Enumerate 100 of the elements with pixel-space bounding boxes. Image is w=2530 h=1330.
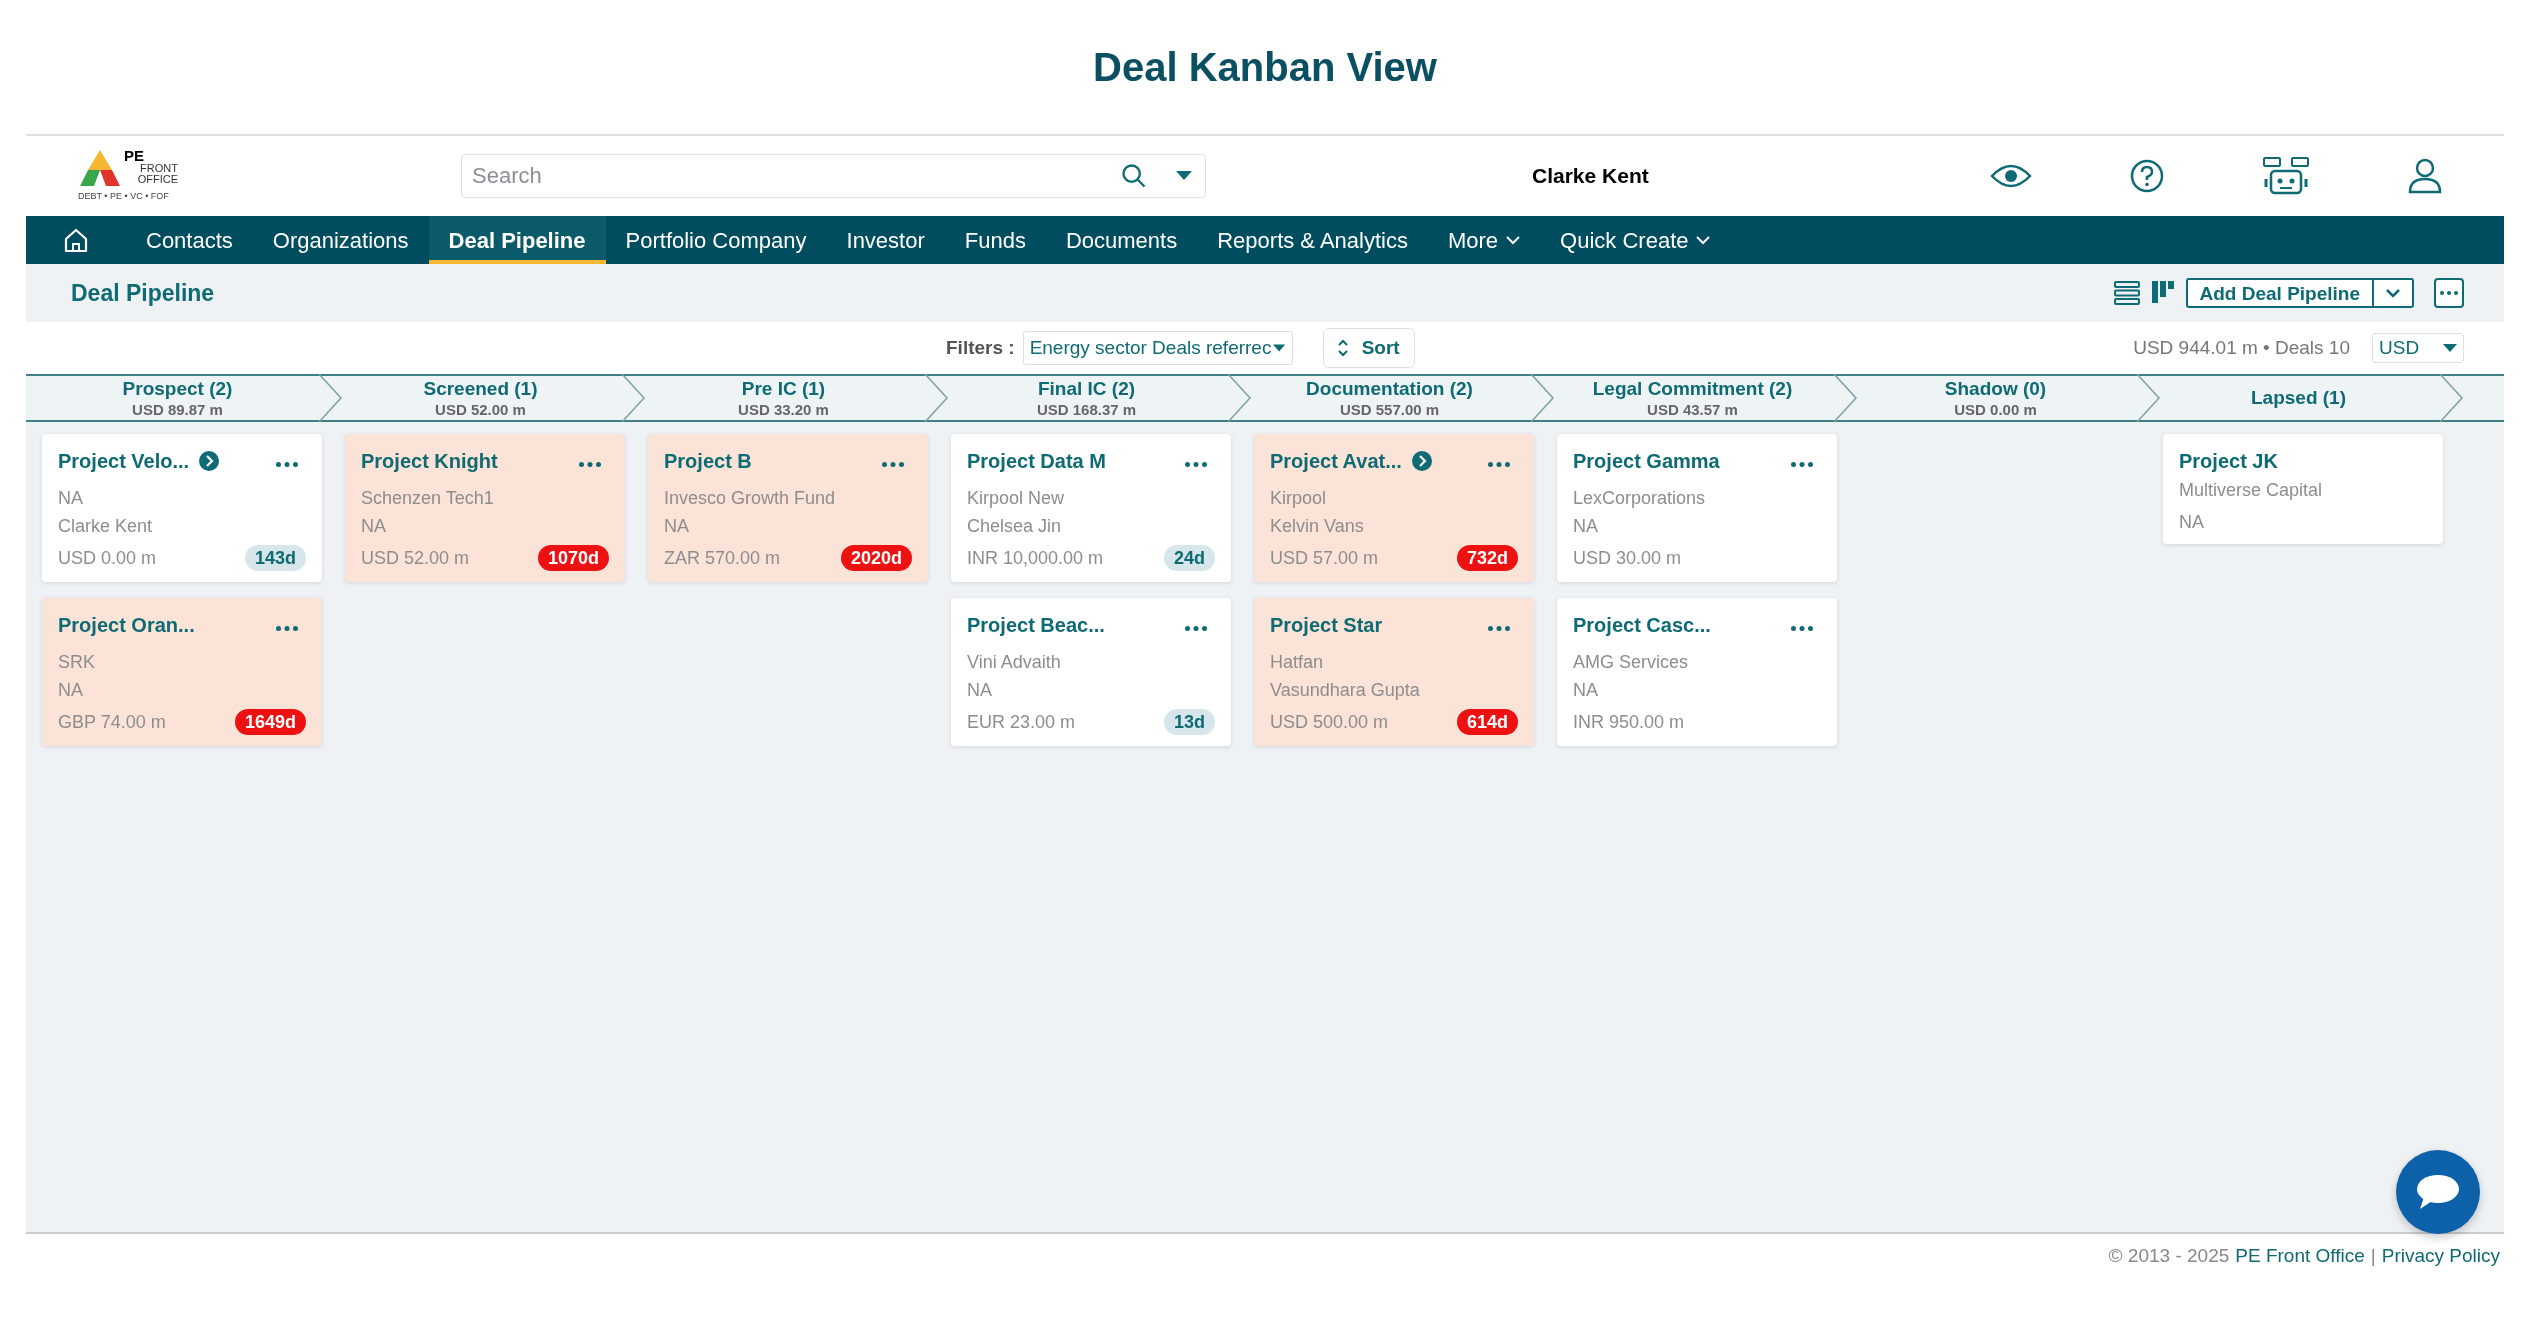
stage-name: Pre IC (1) [741,376,826,401]
stage-chevron-icon [2438,374,2464,422]
ellipsis-icon[interactable] [1791,461,1813,467]
more-options-button[interactable] [2434,278,2464,308]
deal-title[interactable]: Project Beac... [967,610,1105,640]
deal-title[interactable]: Project Avat... [1270,446,1402,476]
stage-amount: USD 33.20 m [738,400,829,420]
help-icon[interactable] [2130,159,2164,193]
deal-card[interactable]: Project Star Hatfan Vasundhara Gupta USD 500.00 m 614d [1254,598,1534,746]
logo[interactable]: PE FRONT OFFICE DEBT • PE • VC • FOF [78,142,188,210]
age-badge: 24d [1163,545,1215,571]
ellipsis-icon[interactable] [882,461,904,467]
deal-title[interactable]: Project B [664,446,752,476]
ellipsis-icon[interactable] [1185,625,1207,631]
company-link[interactable]: PE Front Office [2235,1241,2365,1271]
footer-separator: | [2370,1243,2376,1268]
deal-title[interactable]: Project Knight [361,446,498,476]
deal-card[interactable]: Project Gamma LexCorporations NA USD 30.00 m [1557,434,1837,582]
currency-select[interactable]: USD [2372,333,2464,363]
deal-amount: USD 30.00 m [1573,546,1682,570]
stage-name: Lapsed (1) [2251,386,2346,410]
deal-detail: Hatfan [1270,651,1325,674]
deal-card[interactable]: Project Casc... AMG Services NA INR 950.00 m [1557,598,1837,746]
nav-tab[interactable]: Reports & Analytics [1197,216,1428,264]
ellipsis-icon[interactable] [1791,625,1813,631]
deal-card[interactable]: Project Beac... Vini Advaith NA EUR 23.00 m 13d [951,598,1231,746]
chevron-down-icon [2386,288,2400,298]
deal-card[interactable]: Project Velo... NA Clarke Kent USD 0.00 m 143d [42,434,322,582]
ellipsis-icon[interactable] [276,461,298,467]
deal-card[interactable]: Project Avat... Kirpool Kelvin Vans USD 57.00 m 732d [1254,434,1534,582]
sort-button[interactable]: Sort [1322,328,1415,368]
deal-card[interactable]: Project B Invesco Growth Fund NA ZAR 570.00 m 2020d [648,434,928,582]
home-icon[interactable] [62,226,90,254]
stage-name: Legal Commitment (2) [1592,376,1793,401]
deal-title[interactable]: Project Casc... [1573,610,1711,640]
nav-tab[interactable]: Investor [826,216,945,264]
stage-chevron-icon [923,374,949,422]
user-icon[interactable] [2408,158,2442,194]
arrow-circle-icon[interactable] [1411,451,1432,471]
eye-icon[interactable] [1990,162,2032,190]
search-field[interactable]: Search [461,154,1206,198]
search-icon[interactable] [1120,162,1148,190]
ellipsis-icon [2440,291,2458,295]
deal-detail: Vasundhara Gupta [1270,679,1421,702]
privacy-link[interactable]: Privacy Policy [2381,1241,2500,1271]
deal-title[interactable]: Project Gamma [1573,446,1720,476]
age-badge: 732d [1456,545,1518,571]
deal-detail: Kirpool New [967,487,1066,510]
nav-tab[interactable]: Deal Pipeline [428,216,606,264]
dropdown-caret-icon[interactable] [1176,171,1192,181]
arrow-circle-icon[interactable] [199,451,220,471]
nav-tab[interactable]: Funds [944,216,1046,264]
stage-name: Screened (1) [423,376,538,401]
deal-amount: USD 52.00 m [361,546,470,570]
stage-name: Prospect (2) [122,376,233,401]
stage-chevron-icon [620,374,646,422]
nav-tab[interactable]: Portfolio Company [605,216,827,264]
nav-tab[interactable]: Organizations [252,216,429,264]
age-badge: 614d [1456,709,1518,735]
speech-bubble-icon [2416,1173,2460,1211]
ellipsis-icon[interactable] [579,461,601,467]
deal-amount: USD 500.00 m [1270,710,1389,734]
nav-tab[interactable]: Documents [1045,216,1198,264]
deal-detail: Schenzen Tech1 [361,487,495,510]
filter-select[interactable]: Energy sector Deals referrec [1022,331,1293,365]
user-name: Clarke Kent [1532,163,1649,190]
nav-tab[interactable]: Quick Create [1540,216,1731,264]
ellipsis-icon[interactable] [1488,625,1510,631]
stage-chevron-icon [1226,374,1252,422]
deal-detail: Clarke Kent [58,515,154,538]
deal-detail: NA [1573,515,1599,538]
ellipsis-icon[interactable] [1185,461,1207,467]
age-badge: 1649d [234,709,306,735]
ellipsis-icon[interactable] [1488,461,1510,467]
deal-title[interactable]: Project Velo... [58,446,190,476]
deal-detail: NA [1573,679,1599,702]
deal-detail: NA [361,515,387,538]
nav-tab[interactable]: Contacts [126,216,253,264]
robot-icon[interactable] [2262,157,2310,195]
deal-card[interactable]: Project Oran... SRK NA GBP 74.00 m 1649d [42,598,322,746]
deal-card[interactable]: Project JK Multiverse Capital NA [2163,434,2443,544]
logo-triangle-icon [78,148,122,189]
deal-title[interactable]: Project JK [2179,446,2278,476]
ellipsis-icon[interactable] [276,625,298,631]
deal-title[interactable]: Project Data M [967,446,1106,476]
kanban-view-icon[interactable] [2151,281,2174,305]
logo-tagline: DEBT • PE • VC • FOF [78,190,170,204]
deal-card[interactable]: Project Data M Kirpool New Chelsea Jin INR 10,000.00 m 24d [951,434,1231,582]
deal-detail: LexCorporations [1573,487,1707,510]
deal-card[interactable]: Project Knight Schenzen Tech1 NA USD 52.00 m 1070d [345,434,625,582]
stage-amount: USD 557.00 m [1339,400,1440,420]
deal-amount: USD 57.00 m [1270,546,1379,570]
stage-name: Final IC (2) [1037,376,1136,401]
filters-label: Filters : [946,335,1015,360]
deal-title[interactable]: Project Oran... [58,610,195,640]
deal-title[interactable]: Project Star [1270,610,1383,640]
stage-chevron-icon [1529,374,1555,422]
nav-tab[interactable]: More [1427,216,1541,264]
deal-detail: SRK [58,651,96,674]
list-view-icon[interactable] [2113,281,2140,305]
